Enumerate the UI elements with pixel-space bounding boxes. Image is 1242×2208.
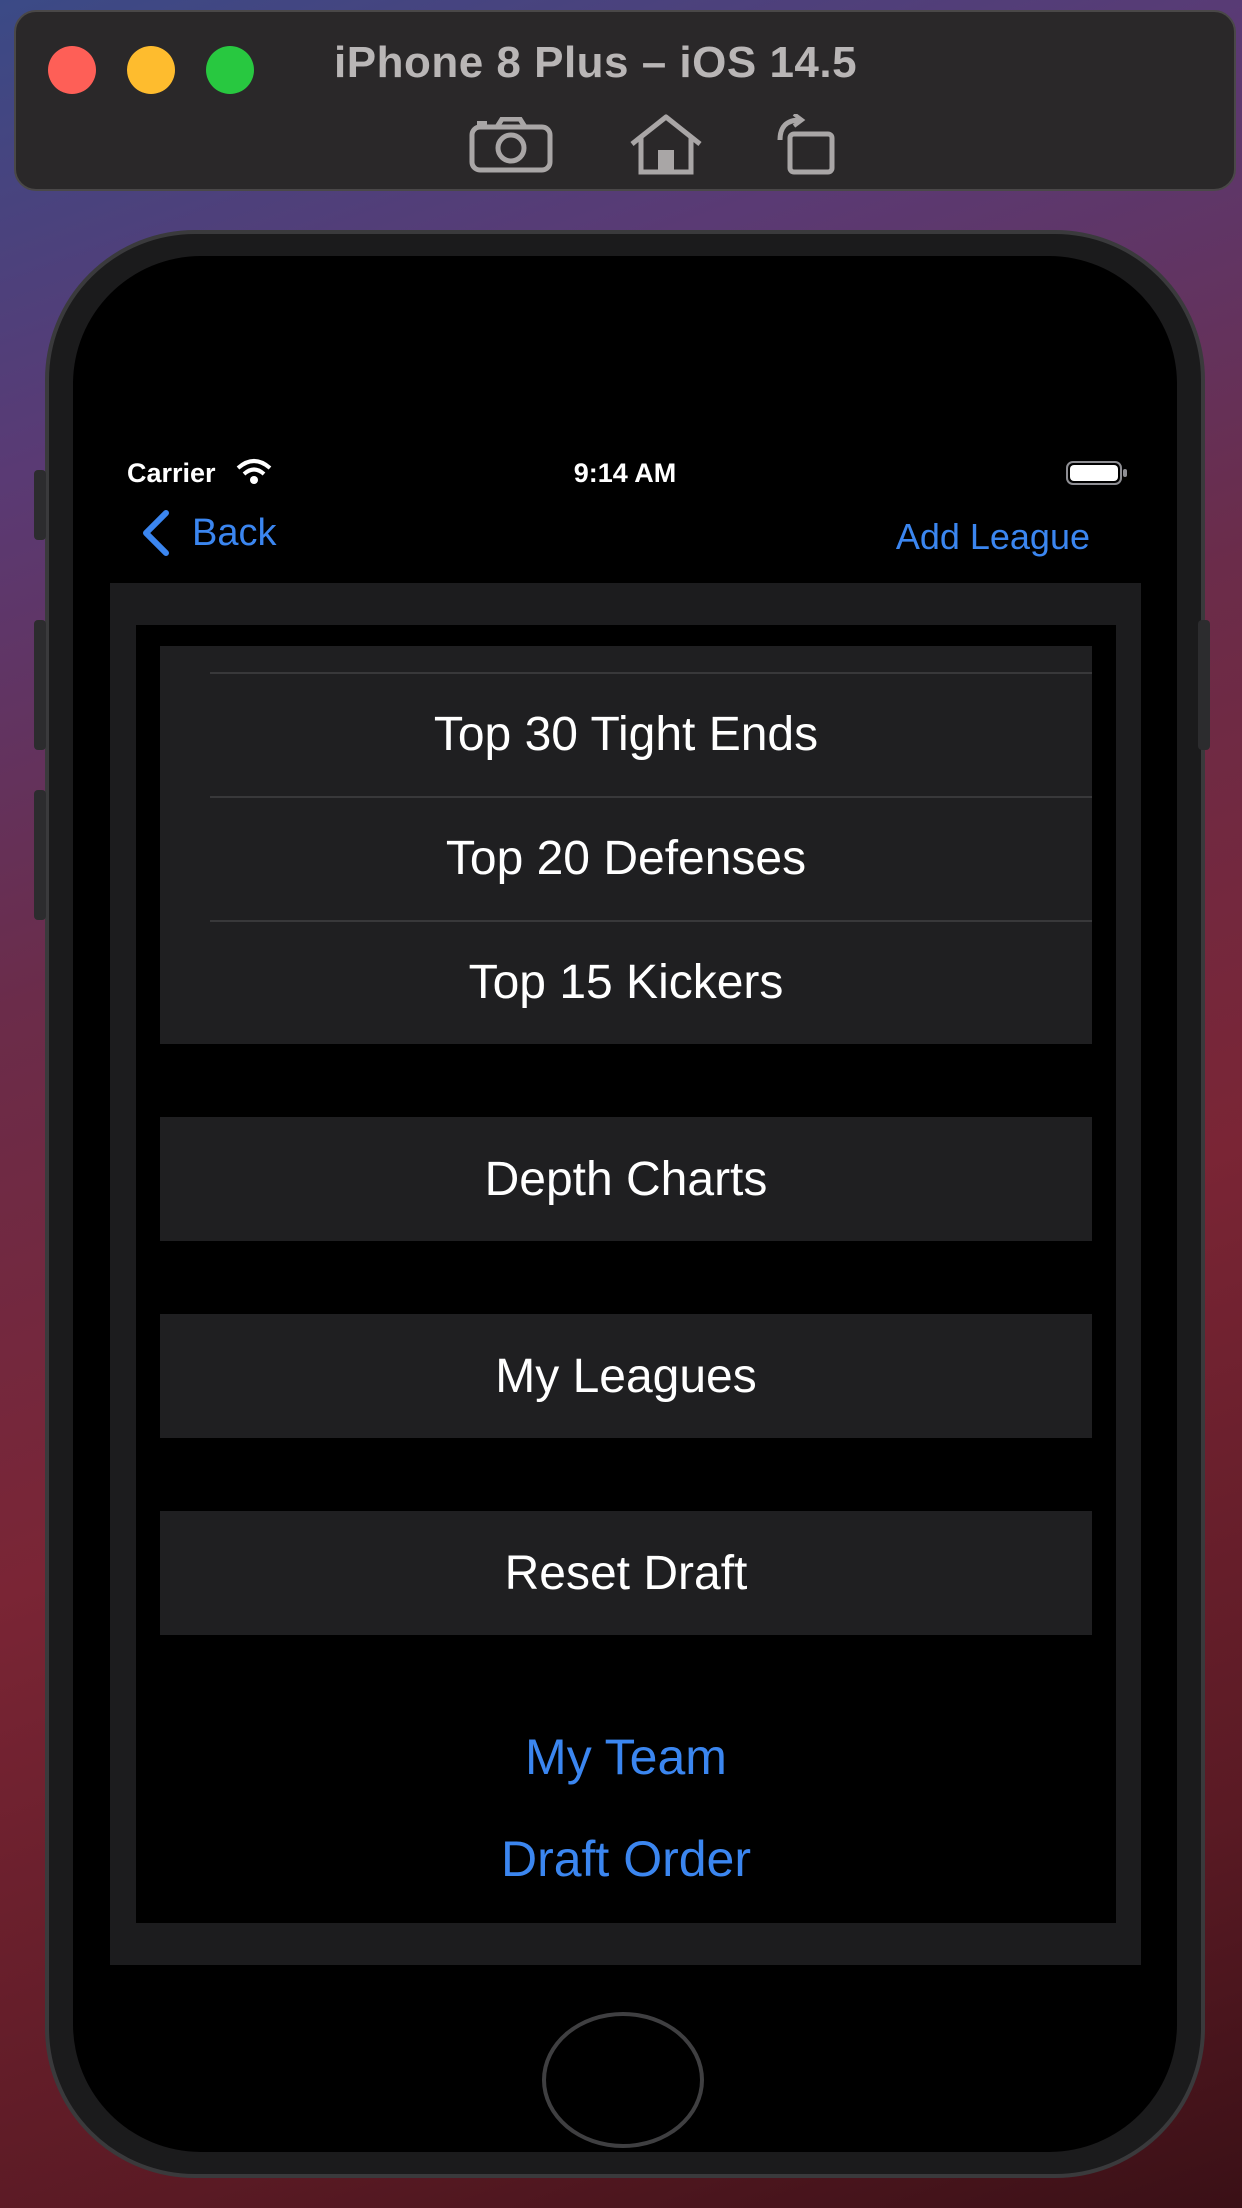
depth-charts-group: Depth Charts <box>160 1117 1092 1241</box>
power-button <box>1198 620 1210 750</box>
minimize-window-button[interactable] <box>127 46 175 94</box>
simulator-titlebar: iPhone 8 Plus – iOS 14.5 <box>14 10 1236 191</box>
reset-draft-button[interactable]: Reset Draft <box>160 1511 1092 1635</box>
add-league-button[interactable]: Add League <box>896 516 1090 558</box>
rankings-list: Top 30 Tight Ends Top 20 Defenses Top 15… <box>160 646 1092 1044</box>
battery-icon <box>1066 461 1127 485</box>
depth-charts-label: Depth Charts <box>484 1152 768 1206</box>
carrier-label: Carrier <box>127 458 216 488</box>
home-icon <box>630 114 702 175</box>
home-tool-button[interactable] <box>621 110 711 180</box>
list-item-label: Top 20 Defenses <box>445 831 807 885</box>
home-button[interactable] <box>542 2012 704 2148</box>
my-leagues-group: My Leagues <box>160 1314 1092 1438</box>
chevron-left-icon <box>143 510 169 556</box>
depth-charts-button[interactable]: Depth Charts <box>160 1117 1092 1241</box>
camera-icon <box>469 117 553 173</box>
my-team-link[interactable]: My Team <box>136 1728 1116 1786</box>
simulator-title-text: iPhone 8 Plus – iOS 14.5 <box>334 38 858 87</box>
list-item-top-kickers[interactable]: Top 15 Kickers <box>160 920 1092 1044</box>
previous-row-edge <box>160 646 1092 672</box>
my-leagues-button[interactable]: My Leagues <box>160 1314 1092 1438</box>
volume-up-button <box>34 620 46 750</box>
zoom-window-button[interactable] <box>206 46 254 94</box>
wifi-icon <box>236 459 272 484</box>
close-window-button[interactable] <box>48 46 96 94</box>
list-item-top-defenses[interactable]: Top 20 Defenses <box>160 796 1092 920</box>
mute-switch <box>34 470 46 540</box>
rotate-icon <box>777 114 835 175</box>
my-leagues-label: My Leagues <box>495 1349 757 1403</box>
back-label: Back <box>192 511 277 554</box>
list-item-label: Top 15 Kickers <box>468 955 784 1009</box>
status-time: 9:14 AM <box>573 458 677 488</box>
draft-order-link[interactable]: Draft Order <box>136 1830 1116 1888</box>
volume-down-button <box>34 790 46 920</box>
reset-draft-group: Reset Draft <box>160 1511 1092 1635</box>
rotate-button[interactable] <box>761 110 851 180</box>
screenshot-button[interactable] <box>466 110 556 180</box>
back-button[interactable]: Back <box>140 510 276 556</box>
list-item-top-tight-ends[interactable]: Top 30 Tight Ends <box>160 672 1092 796</box>
list-item-label: Top 30 Tight Ends <box>433 707 819 761</box>
reset-draft-label: Reset Draft <box>504 1546 748 1600</box>
